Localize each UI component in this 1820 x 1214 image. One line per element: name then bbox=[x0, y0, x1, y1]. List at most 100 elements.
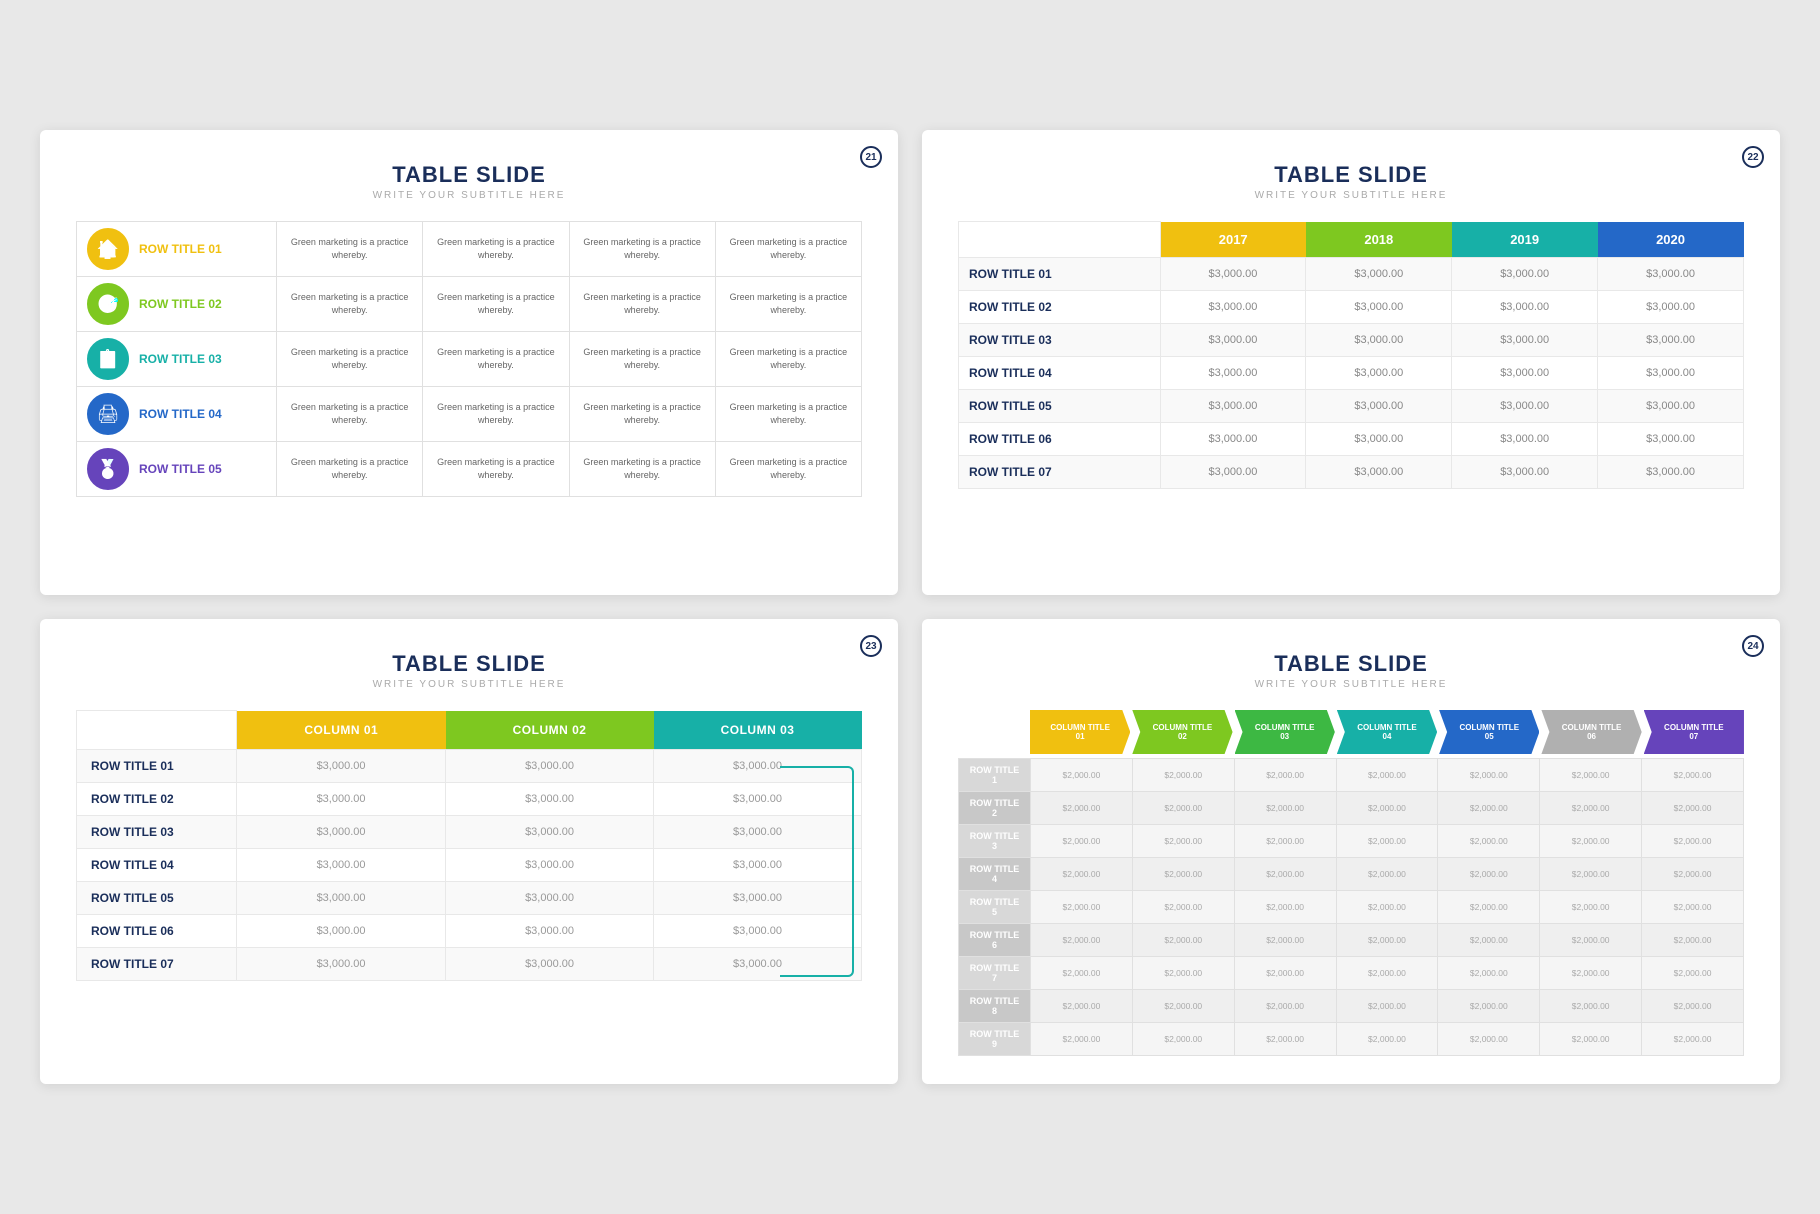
row-icon: 🖨 bbox=[87, 393, 129, 435]
slide2-cell: $3,000.00 bbox=[1306, 257, 1452, 290]
slide-3-header: TABLE SLIDE WRITE YOUR SUBTITLE HERE bbox=[76, 651, 862, 690]
slide2-row-label: ROW TITLE 07 bbox=[959, 455, 1161, 488]
slide3-wrapper: COLUMN 01COLUMN 02COLUMN 03ROW TITLE 01$… bbox=[76, 710, 862, 981]
slide4-row-label: ROW TITLE 2 bbox=[959, 792, 1031, 825]
slide2-row-label: ROW TITLE 03 bbox=[959, 323, 1161, 356]
slide4-cell: $2,000.00 bbox=[1438, 858, 1540, 891]
slide4-cell: $2,000.00 bbox=[1336, 924, 1438, 957]
slide4-cell: $2,000.00 bbox=[1336, 891, 1438, 924]
slide4-cell: $2,000.00 bbox=[1642, 759, 1744, 792]
slide4-cell: $2,000.00 bbox=[1234, 957, 1336, 990]
slide-4-title: TABLE SLIDE bbox=[958, 651, 1744, 677]
slide-number-4: 24 bbox=[1742, 635, 1764, 657]
slide4-cell: $2,000.00 bbox=[1132, 990, 1234, 1023]
slide4-cell: $2,000.00 bbox=[1438, 1023, 1540, 1056]
slide4-row-label: ROW TITLE 9 bbox=[959, 1023, 1031, 1056]
slide2-cell: $3,000.00 bbox=[1598, 455, 1744, 488]
slide4-row-label: ROW TITLE 8 bbox=[959, 990, 1031, 1023]
slide-1-header: TABLE SLIDE WRITE YOUR SUBTITLE HERE bbox=[76, 162, 862, 201]
slide2-cell: $3,000.00 bbox=[1306, 455, 1452, 488]
row-title: ROW TITLE 02 bbox=[139, 297, 222, 311]
slide1-cell: Green marketing is a practice whereby. bbox=[715, 332, 861, 387]
slide-4-subtitle: WRITE YOUR SUBTITLE HERE bbox=[958, 679, 1744, 690]
slide2-cell: $3,000.00 bbox=[1598, 422, 1744, 455]
slide1-cell: Green marketing is a practice whereby. bbox=[569, 442, 715, 497]
slide3-highlighted-cell: $3,000.00 bbox=[654, 848, 862, 881]
slide2-cell: $3,000.00 bbox=[1160, 356, 1306, 389]
slide1-cell: Green marketing is a practice whereby. bbox=[423, 387, 569, 442]
slide2-row-label: ROW TITLE 01 bbox=[959, 257, 1161, 290]
slide4-col-header-2: COLUMN TITLE03 bbox=[1235, 710, 1335, 754]
slide4-cell: $2,000.00 bbox=[1540, 792, 1642, 825]
slide4-col-header-3: COLUMN TITLE04 bbox=[1337, 710, 1437, 754]
slide4-row-label: ROW TITLE 5 bbox=[959, 891, 1031, 924]
slide2-cell: $3,000.00 bbox=[1452, 389, 1598, 422]
slide4-row-label: ROW TITLE 7 bbox=[959, 957, 1031, 990]
slide4-cell: $2,000.00 bbox=[1132, 759, 1234, 792]
slide4-wrapper: COLUMN TITLE01COLUMN TITLE02COLUMN TITLE… bbox=[958, 710, 1744, 1056]
slide4-cell: $2,000.00 bbox=[1540, 759, 1642, 792]
slide4-cell: $2,000.00 bbox=[1234, 891, 1336, 924]
slide4-cell: $2,000.00 bbox=[1031, 957, 1133, 990]
slides-grid: 21 TABLE SLIDE WRITE YOUR SUBTITLE HERE … bbox=[40, 130, 1780, 1084]
slide4-row-label: ROW TITLE 4 bbox=[959, 858, 1031, 891]
slide-number-2: 22 bbox=[1742, 146, 1764, 168]
slide4-cell: $2,000.00 bbox=[1336, 825, 1438, 858]
slide2-cell: $3,000.00 bbox=[1598, 356, 1744, 389]
row-title: ROW TITLE 03 bbox=[139, 352, 222, 366]
slide3-row-label: ROW TITLE 01 bbox=[77, 749, 237, 782]
slide1-cell: Green marketing is a practice whereby. bbox=[569, 277, 715, 332]
slide1-cell: Green marketing is a practice whereby. bbox=[569, 387, 715, 442]
slide2-cell: $3,000.00 bbox=[1598, 290, 1744, 323]
slide4-cell: $2,000.00 bbox=[1540, 924, 1642, 957]
slide4-arrow-headers: COLUMN TITLE01COLUMN TITLE02COLUMN TITLE… bbox=[1030, 710, 1744, 754]
slide1-row-title-cell: 🎯 ROW TITLE 02 bbox=[77, 277, 277, 332]
slide2-cell: $3,000.00 bbox=[1452, 323, 1598, 356]
slide3-cell: $3,000.00 bbox=[446, 881, 654, 914]
slide3-row-label: ROW TITLE 06 bbox=[77, 914, 237, 947]
slide2-cell: $3,000.00 bbox=[1160, 455, 1306, 488]
row-title: ROW TITLE 01 bbox=[139, 242, 222, 256]
slide4-cell: $2,000.00 bbox=[1336, 990, 1438, 1023]
slide2-cell: $3,000.00 bbox=[1452, 290, 1598, 323]
slide2-cell: $3,000.00 bbox=[1452, 455, 1598, 488]
col-header-0: COLUMN 01 bbox=[237, 711, 446, 750]
slide4-cell: $2,000.00 bbox=[1540, 957, 1642, 990]
slide2-row-label: ROW TITLE 02 bbox=[959, 290, 1161, 323]
slide1-cell: Green marketing is a practice whereby. bbox=[569, 222, 715, 277]
slide2-cell: $3,000.00 bbox=[1306, 356, 1452, 389]
slide4-cell: $2,000.00 bbox=[1132, 891, 1234, 924]
slide3-cell: $3,000.00 bbox=[446, 749, 654, 782]
slide1-cell: Green marketing is a practice whereby. bbox=[277, 277, 423, 332]
slide3-cell: $3,000.00 bbox=[446, 815, 654, 848]
slide1-cell: Green marketing is a practice whereby. bbox=[423, 332, 569, 387]
slide3-highlighted-cell: $3,000.00 bbox=[654, 815, 862, 848]
slide4-cell: $2,000.00 bbox=[1336, 792, 1438, 825]
slide1-cell: Green marketing is a practice whereby. bbox=[277, 442, 423, 497]
slide4-cell: $2,000.00 bbox=[1132, 924, 1234, 957]
slide1-row-title-cell: 🏠 ROW TITLE 01 bbox=[77, 222, 277, 277]
slide4-cell: $2,000.00 bbox=[1031, 792, 1133, 825]
slide4-cell: $2,000.00 bbox=[1336, 858, 1438, 891]
slide2-cell: $3,000.00 bbox=[1160, 257, 1306, 290]
slide4-col-header-5: COLUMN TITLE06 bbox=[1541, 710, 1641, 754]
row-title: ROW TITLE 04 bbox=[139, 407, 222, 421]
slide3-cell: $3,000.00 bbox=[446, 947, 654, 980]
slide4-cell: $2,000.00 bbox=[1132, 858, 1234, 891]
slide-3-title: TABLE SLIDE bbox=[76, 651, 862, 677]
slide2-cell: $3,000.00 bbox=[1598, 323, 1744, 356]
slide4-cell: $2,000.00 bbox=[1234, 1023, 1336, 1056]
slide4-col-header-1: COLUMN TITLE02 bbox=[1132, 710, 1232, 754]
slide2-table: 2017201820192020ROW TITLE 01$3,000.00$3,… bbox=[958, 221, 1744, 489]
slide4-cell: $2,000.00 bbox=[1540, 891, 1642, 924]
slide4-cell: $2,000.00 bbox=[1031, 891, 1133, 924]
slide2-cell: $3,000.00 bbox=[1598, 257, 1744, 290]
slide4-cell: $2,000.00 bbox=[1642, 924, 1744, 957]
slide1-row-title-cell: 🖨 ROW TITLE 04 bbox=[77, 387, 277, 442]
slide4-cell: $2,000.00 bbox=[1438, 990, 1540, 1023]
slide4-col-header-0: COLUMN TITLE01 bbox=[1030, 710, 1130, 754]
slide2-cell: $3,000.00 bbox=[1306, 290, 1452, 323]
slide3-cell: $3,000.00 bbox=[446, 782, 654, 815]
slide2-cell: $3,000.00 bbox=[1160, 389, 1306, 422]
slide3-row-label: ROW TITLE 02 bbox=[77, 782, 237, 815]
